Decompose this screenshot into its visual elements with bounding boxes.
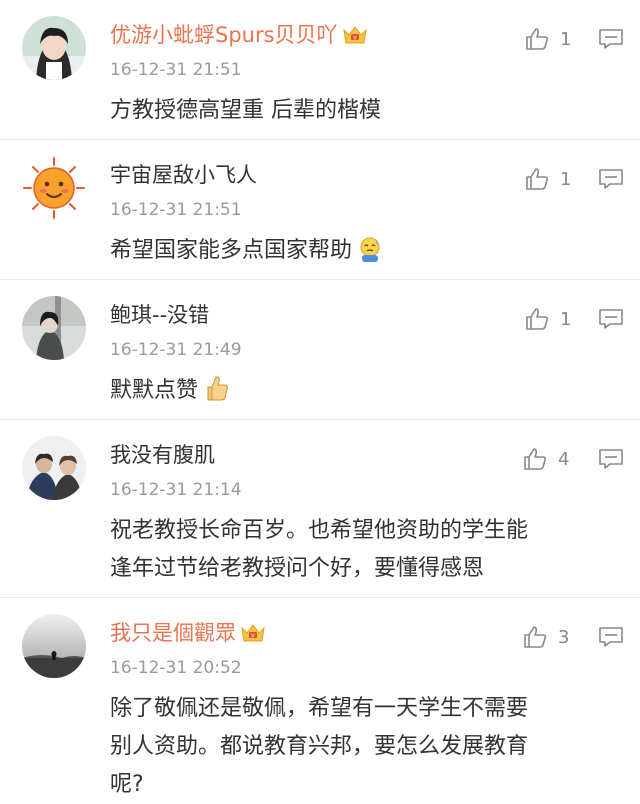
timestamp: 16-12-31 21:51 (110, 60, 242, 80)
svg-text:V: V (353, 35, 357, 41)
avatar[interactable] (22, 436, 86, 500)
reply-button[interactable] (598, 448, 624, 474)
comment-text: 除了敬佩还是敬佩，希望有一天学生不需要 别人资助。都说教育兴邦，要怎么发展教育 … (110, 696, 529, 797)
reply-button[interactable] (598, 28, 624, 54)
comment-text: 希望国家能多点国家帮助 (110, 232, 610, 276)
comment-icon (599, 449, 623, 469)
comment-item: 鲍琪--没错 16-12-31 21:49 默默点赞 1 (0, 280, 640, 420)
avatar[interactable] (22, 614, 86, 678)
username[interactable]: 鲍琪--没错 (110, 300, 209, 330)
thumbs-up-icon (526, 28, 549, 50)
thumbs-up-icon (526, 308, 549, 330)
comment-item: 宇宙屋敌小飞人 16-12-31 21:51 希望国家能多点国家帮助 1 (0, 140, 640, 280)
comment-icon (599, 169, 623, 189)
like-button[interactable]: 3 (522, 624, 569, 650)
like-button[interactable]: 1 (524, 306, 571, 332)
reply-button[interactable] (598, 168, 624, 194)
like-button[interactable]: 1 (524, 26, 571, 52)
like-button[interactable]: 4 (522, 446, 569, 472)
like-count: 1 (560, 308, 572, 330)
like-count: 4 (558, 448, 570, 470)
reply-button[interactable] (598, 626, 624, 652)
reply-button[interactable] (598, 308, 624, 334)
avatar[interactable] (22, 16, 86, 80)
timestamp: 16-12-31 21:49 (110, 340, 242, 360)
comment-text: 方教授德高望重 后辈的楷模 (110, 98, 381, 123)
vip-crown-icon: V (342, 24, 368, 54)
username[interactable]: 我没有腹肌 (110, 440, 215, 470)
thumbs-up-icon (524, 448, 547, 470)
thumbs-up-icon (526, 168, 549, 190)
comment-icon (599, 29, 623, 49)
username[interactable]: 我只是個觀眾 V (110, 618, 266, 652)
like-count: 1 (560, 168, 572, 190)
timestamp: 16-12-31 21:14 (110, 480, 242, 500)
like-button[interactable]: 1 (524, 166, 571, 192)
thumbs-up-emoji-icon (202, 373, 230, 416)
comment-icon (599, 627, 623, 647)
vip-crown-icon: V (240, 622, 266, 652)
comment-text: 默默点赞 (110, 372, 610, 416)
avatar[interactable] (22, 156, 86, 220)
like-count: 3 (558, 626, 570, 648)
username[interactable]: 宇宙屋敌小飞人 (110, 160, 257, 190)
sweat-emoji-icon (356, 235, 384, 276)
svg-text:V: V (251, 633, 255, 639)
username[interactable]: 优游小蚍蜉Spurs贝贝吖 V (110, 20, 368, 54)
timestamp: 16-12-31 21:51 (110, 200, 242, 220)
timestamp: 16-12-31 20:52 (110, 658, 242, 678)
comment-icon (599, 309, 623, 329)
comment-item: 我只是個觀眾 V 16-12-31 20:52 除了敬佩还是敬佩，希望有一天学生… (0, 598, 640, 797)
comment-item: 我没有腹肌 16-12-31 21:14 祝老教授长命百岁。也希望他资助的学生能… (0, 420, 640, 598)
like-count: 1 (560, 28, 572, 50)
thumbs-up-icon (524, 626, 547, 648)
comment-item: 优游小蚍蜉Spurs贝贝吖 V 16-12-31 21:51 方教授德高望重 后… (0, 0, 640, 140)
avatar[interactable] (22, 296, 86, 360)
comment-text: 祝老教授长命百岁。也希望他资助的学生能 逢年过节给老教授问个好，要懂得感恩 (110, 518, 529, 581)
